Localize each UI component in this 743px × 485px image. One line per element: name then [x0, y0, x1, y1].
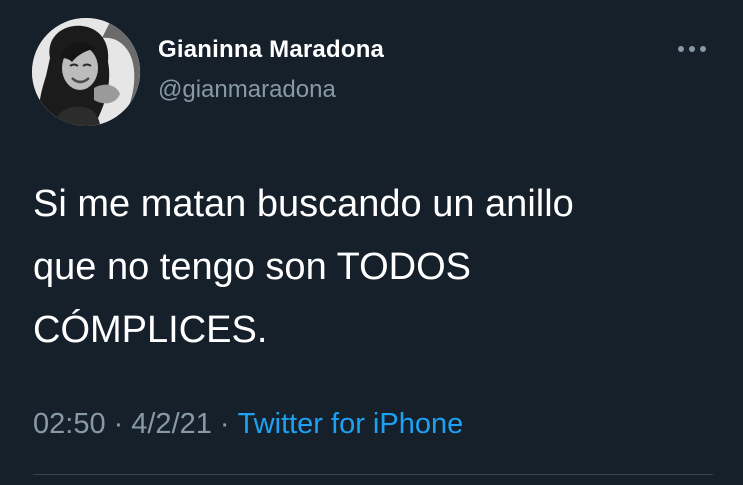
- tweet-card: Gianinna Maradona @gianmaradona Si me ma…: [0, 0, 743, 485]
- avatar-photo: [32, 18, 140, 126]
- tweet-text-line: CÓMPLICES.: [33, 309, 268, 351]
- tweet-time[interactable]: 02:50: [33, 408, 106, 441]
- tweet-text-line: que no tengo son TODOS: [33, 246, 472, 288]
- divider: [33, 474, 713, 475]
- author-handle[interactable]: @gianmaradona: [158, 76, 336, 104]
- tweet-source-link[interactable]: Twitter for iPhone: [238, 408, 464, 441]
- more-horizontal-icon: [678, 46, 706, 52]
- tweet-meta: 02:50 · 4/2/21 · Twitter for iPhone: [33, 408, 463, 441]
- author-display-name[interactable]: Gianinna Maradona: [158, 36, 384, 64]
- meta-separator: ·: [113, 408, 124, 440]
- tweet-text: Si me matan buscando un anillo que no te…: [33, 173, 693, 362]
- meta-separator: ·: [219, 408, 230, 440]
- more-options-button[interactable]: [672, 36, 712, 62]
- avatar[interactable]: [32, 18, 140, 126]
- tweet-text-line: Si me matan buscando un anillo: [33, 183, 574, 225]
- tweet-date[interactable]: 4/2/21: [131, 408, 212, 441]
